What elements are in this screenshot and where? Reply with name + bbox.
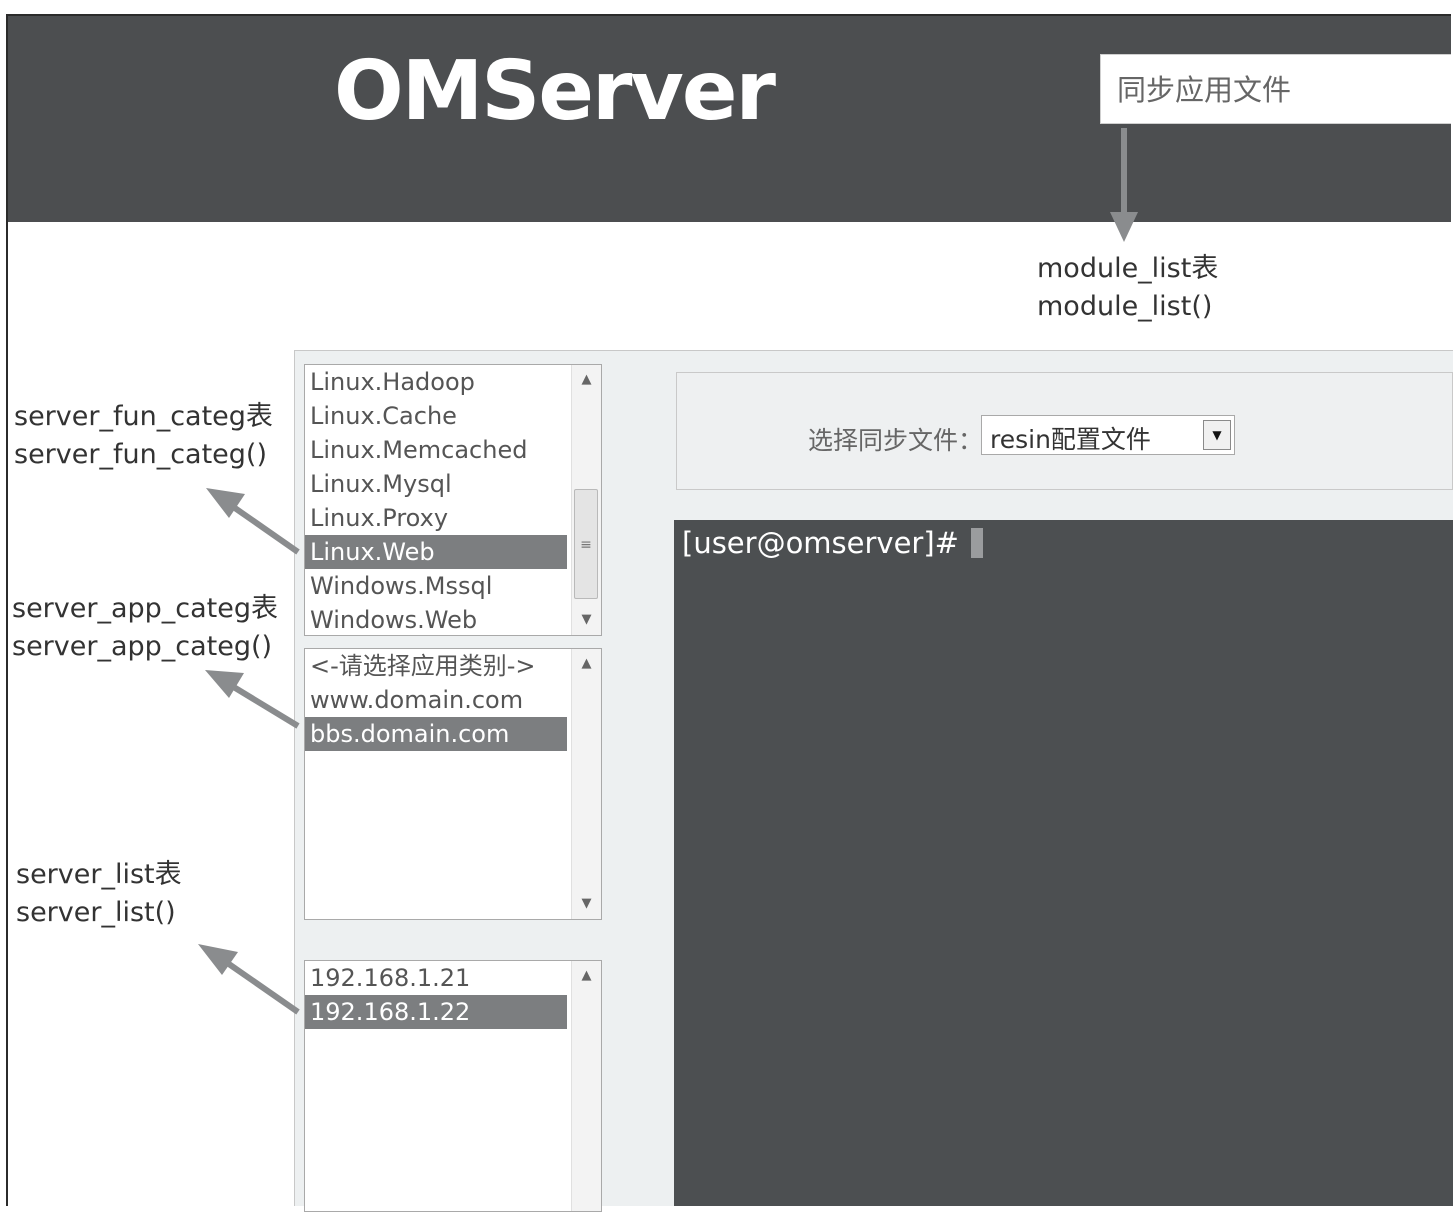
scrollbar[interactable]: ▲ ▼ (571, 649, 601, 919)
sync-file-box: 选择同步文件： resin配置文件 ▼ (676, 372, 1453, 490)
sync-file-select[interactable]: resin配置文件 ▼ (981, 415, 1235, 455)
list-item[interactable]: Windows.Mssql (305, 569, 567, 603)
list-item[interactable]: Linux.Hadoop (305, 365, 567, 399)
server-fun-categ-annotation: server_fun_categ表 server_fun_categ() (14, 398, 273, 474)
scroll-down-icon[interactable]: ▼ (572, 609, 601, 631)
app-logo: OMServer (334, 44, 776, 139)
scroll-up-icon[interactable]: ▲ (572, 965, 601, 987)
list-item[interactable]: 192.168.1.21 (305, 961, 567, 995)
terminal-cursor (970, 528, 983, 558)
app-categ-listbox[interactable]: <-请选择应用类别-> www.domain.com bbs.domain.com … (304, 648, 602, 920)
scroll-down-icon[interactable]: ▼ (572, 893, 601, 915)
terminal-prompt: [user@omserver]# (682, 526, 983, 560)
server-list-annotation: server_list表 server_list() (16, 856, 182, 932)
list-item[interactable]: Linux.Memcached (305, 433, 567, 467)
annotation-function-name: server_list() (16, 897, 176, 928)
list-item[interactable]: Linux.Mysql (305, 467, 567, 501)
chevron-down-icon[interactable]: ▼ (1203, 420, 1231, 450)
annotation-function-name: module_list() (1037, 291, 1213, 322)
scroll-up-icon[interactable]: ▲ (572, 369, 601, 391)
list-item[interactable]: 192.168.1.22 (305, 995, 567, 1029)
module-select[interactable]: 同步应用文件 (1100, 54, 1451, 124)
list-item[interactable]: <-请选择应用类别-> (305, 649, 567, 683)
app-categ-items: <-请选择应用类别-> www.domain.com bbs.domain.com (305, 649, 601, 751)
list-item[interactable]: Windows.Web (305, 603, 567, 635)
scroll-thumb[interactable]: ≡ (574, 489, 598, 599)
annotation-table-name: server_list表 (16, 859, 182, 890)
fun-categ-items: Linux.Hadoop Linux.Cache Linux.Memcached Li… (305, 365, 601, 635)
sync-file-value: resin配置文件 (990, 425, 1151, 454)
server-listbox[interactable]: 192.168.1.21 192.168.1.22 ▲ (304, 960, 602, 1212)
header-bar: OMServer 同步应用文件 (8, 16, 1451, 222)
scroll-up-icon[interactable]: ▲ (572, 653, 601, 675)
list-item[interactable]: Linux.Web (305, 535, 567, 569)
annotation-table-name: server_fun_categ表 (14, 401, 273, 432)
server-app-categ-annotation: server_app_categ表 server_app_categ() (12, 590, 278, 666)
terminal[interactable]: [user@omserver]# (674, 520, 1453, 1206)
server-items: 192.168.1.21 192.168.1.22 (305, 961, 601, 1029)
list-item[interactable]: www.domain.com (305, 683, 567, 717)
scrollbar[interactable]: ▲ (571, 961, 601, 1211)
scrollbar[interactable]: ▲ ≡ ▼ (571, 365, 601, 635)
fun-categ-listbox[interactable]: Linux.Hadoop Linux.Cache Linux.Memcached Li… (304, 364, 602, 636)
annotation-table-name: server_app_categ表 (12, 593, 279, 624)
annotation-table-name: module_list表 (1037, 253, 1219, 284)
annotation-function-name: server_app_categ() (12, 631, 273, 662)
terminal-prompt-text: [user@omserver]# (682, 526, 959, 560)
sync-file-label: 选择同步文件： (808, 426, 984, 455)
list-item[interactable]: Linux.Cache (305, 399, 567, 433)
annotation-function-name: server_fun_categ() (14, 439, 267, 470)
module-list-annotation: module_list表 module_list() (1037, 250, 1218, 326)
list-item[interactable]: bbs.domain.com (305, 717, 567, 751)
list-item[interactable]: Linux.Proxy (305, 501, 567, 535)
